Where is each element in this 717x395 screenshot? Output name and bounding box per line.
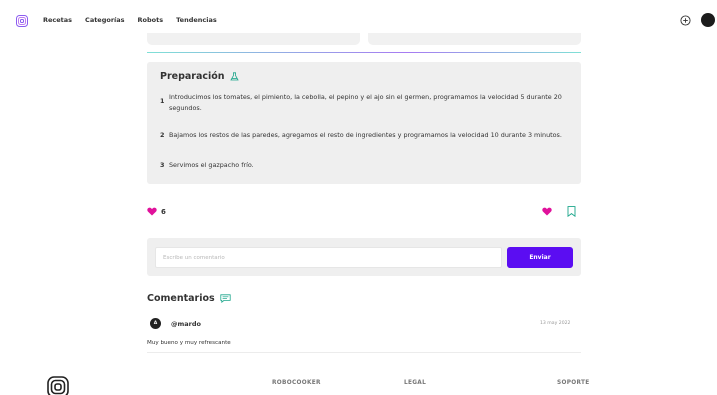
plus-circle-icon[interactable]: [680, 15, 691, 26]
comment-divider: [147, 352, 581, 353]
ingredients-card-bottom: [147, 33, 360, 45]
chat-bubble-icon: [220, 294, 231, 303]
likes-counter: 6: [147, 207, 166, 216]
step-number: 3: [160, 161, 165, 169]
step-text: Bajamos los restos de las paredes, agreg…: [169, 131, 562, 139]
preparation-step: 3 Servimos el gazpacho frío.: [160, 160, 564, 171]
likes-count: 6: [161, 207, 166, 216]
commenter-username[interactable]: @mardo: [171, 320, 201, 328]
preparation-card: Preparación 1 Introducimos los tomates, …: [147, 62, 581, 184]
step-text: Introducimos los tomates, el pimiento, l…: [169, 93, 562, 112]
step-number: 1: [160, 97, 165, 105]
preparation-title-text: Preparación: [160, 71, 225, 82]
bookmark-icon[interactable]: [567, 206, 576, 217]
nav-item-tendencias[interactable]: Tendencias: [176, 16, 217, 24]
preparation-step: 2 Bajamos los restos de las paredes, agr…: [160, 130, 564, 141]
nav-item-robots[interactable]: Robots: [138, 16, 164, 24]
comment-text: Muy bueno y muy refrescante: [147, 340, 231, 346]
commenter-avatar[interactable]: A: [150, 318, 161, 329]
footer-spiral-logo-icon: [47, 376, 69, 395]
flask-icon: [229, 72, 239, 81]
heart-icon[interactable]: [147, 207, 157, 216]
step-text: Servimos el gazpacho frío.: [169, 161, 254, 169]
footer-link-legal[interactable]: LEGAL: [404, 380, 426, 386]
comment-form: Enviar: [147, 238, 581, 276]
send-comment-button[interactable]: Enviar: [507, 247, 573, 268]
preparation-title: Preparación: [160, 71, 239, 82]
comments-title: Comentarios: [147, 293, 231, 304]
nav-item-categorias[interactable]: Categorías: [85, 16, 124, 24]
footer-link-robocooker[interactable]: ROBOCOOKER: [272, 380, 321, 386]
nav-item-recetas[interactable]: Recetas: [43, 16, 72, 24]
user-avatar[interactable]: [701, 13, 715, 27]
main-nav: Recetas Categorías Robots Tendencias: [43, 16, 217, 24]
footer-link-soporte[interactable]: SOPORTE: [557, 380, 590, 386]
preparation-step: 1 Introducimos los tomates, el pimiento,…: [160, 92, 564, 113]
utensils-card-bottom: [368, 33, 581, 45]
comment-date: 13 may 2022: [540, 321, 571, 326]
spiral-logo-icon[interactable]: [16, 15, 28, 27]
step-number: 2: [160, 131, 165, 139]
like-button-heart-icon[interactable]: [542, 207, 552, 216]
comment-input[interactable]: [155, 247, 502, 268]
comments-title-text: Comentarios: [147, 293, 215, 304]
section-divider: [147, 52, 581, 53]
